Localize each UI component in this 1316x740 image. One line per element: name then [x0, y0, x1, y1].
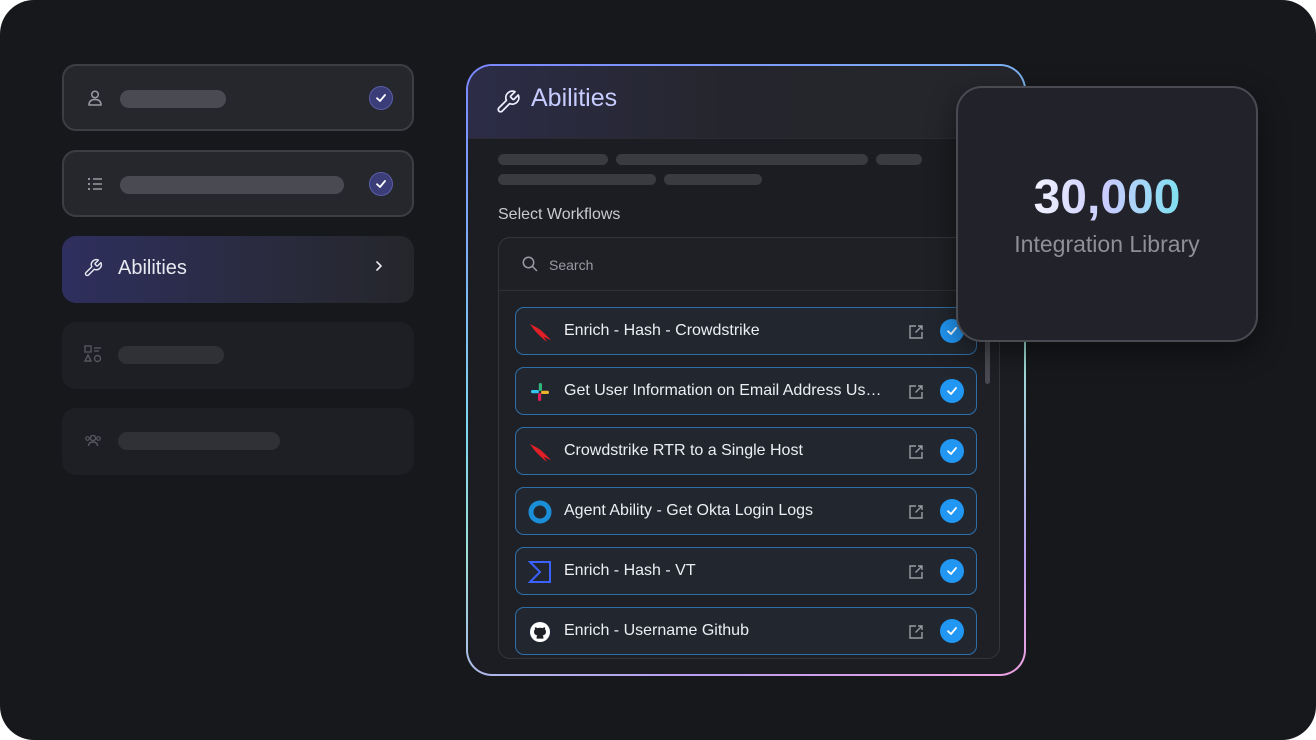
- external-link-icon[interactable]: [907, 383, 925, 401]
- description-placeholder: [498, 174, 656, 185]
- workflow-label: Enrich - Hash - VT: [564, 562, 696, 579]
- step-placeholder-text: [118, 346, 224, 364]
- workflow-checkbox[interactable]: [940, 499, 964, 523]
- workflow-label: Crowdstrike RTR to a Single Host: [564, 442, 803, 459]
- workflow-label: Agent Ability - Get Okta Login Logs: [564, 502, 814, 519]
- team-icon: [85, 434, 101, 447]
- external-link-icon[interactable]: [907, 623, 925, 641]
- workflow-label: Get User Information on Email Address Us…: [564, 382, 884, 399]
- description-placeholder: [616, 154, 868, 165]
- virustotal-logo: [528, 561, 551, 583]
- scrollbar[interactable]: [985, 338, 990, 384]
- description-placeholder: [498, 154, 608, 165]
- check-icon: [947, 447, 957, 455]
- step-label: Abilities: [118, 257, 187, 279]
- step-list[interactable]: [62, 150, 414, 217]
- slack-logo: [531, 383, 549, 401]
- integration-library-card: 30,000 Integration Library: [956, 86, 1258, 342]
- description-placeholder: [876, 154, 922, 165]
- workflow-row[interactable]: Get User Information on Email Address Us…: [515, 367, 977, 415]
- step-profile[interactable]: [62, 64, 414, 131]
- github-logo: [530, 622, 550, 642]
- external-link-icon[interactable]: [907, 443, 925, 461]
- check-icon: [947, 387, 957, 395]
- workflow-checkbox[interactable]: [940, 619, 964, 643]
- integration-label: Integration Library: [1014, 231, 1200, 257]
- workflow-row[interactable]: Enrich - Hash - VT: [515, 547, 977, 595]
- check-icon: [947, 507, 957, 515]
- list-icon: [87, 177, 102, 191]
- workflow-row[interactable]: Crowdstrike RTR to a Single Host: [515, 427, 977, 475]
- integration-count: 30,000: [958, 170, 1256, 225]
- integration-count-value: 30,000: [1033, 171, 1181, 224]
- search-icon: [522, 256, 538, 272]
- workflow-checkbox[interactable]: [940, 439, 964, 463]
- user-icon: [88, 90, 102, 106]
- crowdstrike-falcon-logo: [530, 324, 551, 342]
- workflow-row[interactable]: Enrich - Hash - Crowdstrike: [515, 307, 977, 355]
- wrench-icon: [497, 90, 520, 113]
- app-canvas: Abilities Abilities Select Workflows Sea…: [0, 0, 1316, 740]
- wrench-icon: [84, 258, 103, 277]
- workflow-checkbox[interactable]: [940, 379, 964, 403]
- description-placeholder: [664, 174, 762, 185]
- external-link-icon[interactable]: [907, 323, 925, 341]
- panel-title: Abilities: [531, 84, 618, 112]
- external-link-icon[interactable]: [907, 563, 925, 581]
- workflow-row[interactable]: Enrich - Username Github: [515, 607, 977, 655]
- workflow-list: Enrich - Hash - Crowdstrike: [498, 237, 1000, 659]
- section-label: Select Workflows: [498, 206, 621, 223]
- workflow-label: Enrich - Username Github: [564, 622, 749, 639]
- check-icon: [947, 627, 957, 635]
- check-icon: [947, 567, 957, 575]
- step-team[interactable]: [62, 408, 414, 475]
- panel-header: Abilities: [468, 66, 1024, 139]
- crowdstrike-falcon-logo: [530, 444, 551, 462]
- chevron-right-icon: [376, 261, 382, 271]
- abilities-panel: Abilities Select Workflows Search Enrich…: [466, 64, 1026, 676]
- workflow-row[interactable]: Agent Ability - Get Okta Login Logs: [515, 487, 977, 535]
- search-input[interactable]: [547, 252, 931, 278]
- workflow-label: Enrich - Hash - Crowdstrike: [564, 322, 760, 339]
- external-link-icon[interactable]: [907, 503, 925, 521]
- step-complete-check: [369, 86, 393, 110]
- step-placeholder-text: [118, 432, 280, 450]
- step-placeholder-text: [120, 90, 226, 108]
- check-icon: [376, 94, 386, 102]
- okta-logo: [528, 500, 552, 524]
- shapes-icon: [83, 345, 102, 363]
- step-shapes[interactable]: [62, 322, 414, 389]
- workflow-checkbox[interactable]: [940, 559, 964, 583]
- step-complete-check: [369, 172, 393, 196]
- check-icon: [376, 180, 386, 188]
- check-icon: [947, 327, 957, 335]
- step-placeholder-text: [120, 176, 344, 194]
- step-abilities[interactable]: Abilities: [62, 236, 414, 303]
- search-bar: [499, 238, 999, 291]
